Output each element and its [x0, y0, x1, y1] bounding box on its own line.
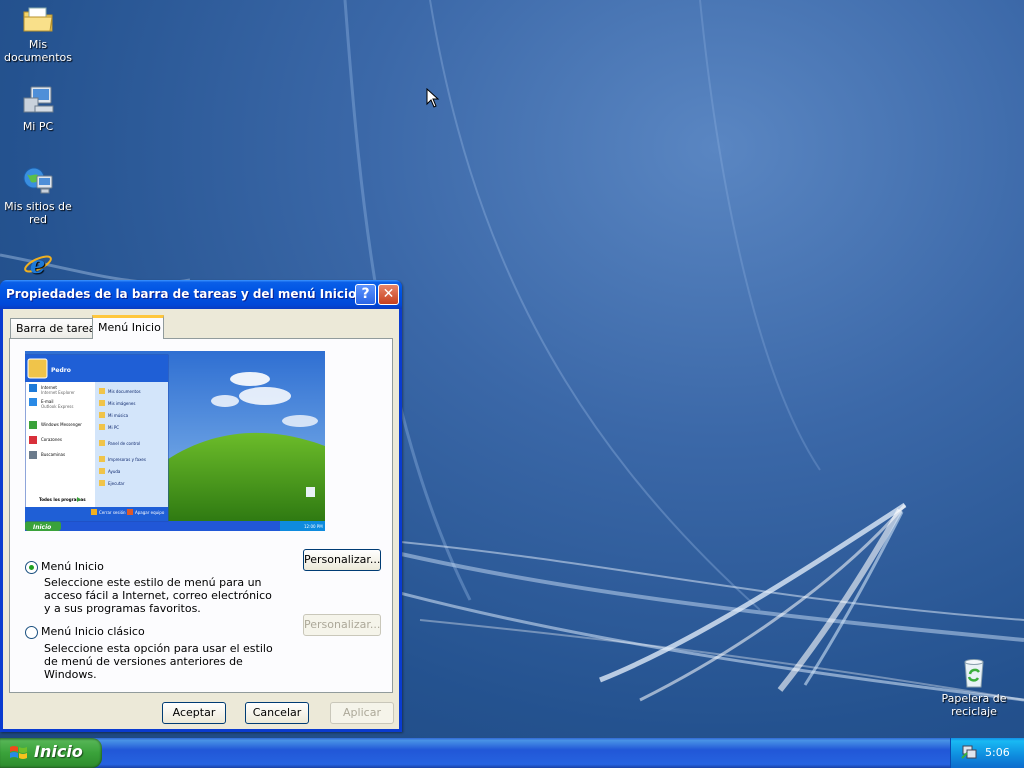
preview-right-icon — [99, 424, 105, 430]
my-network-label: Mis sitios de red — [4, 200, 72, 226]
customize-start-menu-button[interactable]: Personalizar... — [303, 549, 381, 571]
customize-classic-menu-label: Personalizar... — [304, 618, 381, 631]
classic-start-menu-option-label[interactable]: Menú Inicio clásico — [41, 625, 145, 638]
preview-clock: 12:00 PM — [304, 524, 323, 529]
computer-icon — [23, 86, 54, 113]
close-icon: ✕ — [382, 286, 395, 302]
dialog-client-area: Barra de tareas Menú Inicio Inicio Pedro… — [3, 309, 399, 729]
tab-start-menu-label: Menú Inicio — [98, 321, 161, 334]
tab-taskbar[interactable]: Barra de tareas — [10, 318, 101, 338]
preview-left-icon — [29, 384, 37, 392]
mouse-cursor-icon — [426, 88, 440, 108]
system-tray: 5:06 — [950, 738, 1024, 768]
my-computer-icon[interactable]: Mi PC — [0, 84, 76, 133]
preview-user-name: Pedro — [51, 367, 71, 374]
ok-button-label: Aceptar — [172, 706, 216, 719]
close-button[interactable]: ✕ — [378, 284, 399, 305]
preview-right-item: Panel de control — [108, 441, 140, 446]
taskbar: Inicio 5:06 — [0, 738, 1024, 768]
ie-logo-icon: e — [24, 250, 52, 279]
windows-flag-icon — [10, 746, 27, 759]
help-icon: ? — [361, 286, 370, 302]
taskbar-properties-dialog: Propiedades de la barra de tareas y del … — [0, 280, 402, 732]
internet-explorer-icon[interactable]: e — [0, 246, 76, 282]
preview-left-item: Internet Explorer — [41, 390, 75, 395]
classic-start-menu-description: Seleccione esta opción para usar el esti… — [44, 642, 273, 681]
preview-left-icon — [29, 451, 37, 459]
help-button[interactable]: ? — [355, 284, 376, 305]
preview-right-icon — [99, 400, 105, 406]
preview-right-icon — [99, 440, 105, 446]
taskbar-clock[interactable]: 5:06 — [985, 746, 1010, 759]
tab-panel: Inicio Pedro Internet Internet Explorer E-… — [9, 338, 393, 693]
recycle-bin-icon[interactable]: Papelera de reciclaje — [936, 656, 1012, 718]
preview-left-item: Corazones — [41, 437, 62, 442]
preview-logoff-label: Cerrar sesión — [99, 510, 126, 515]
my-computer-label: Mi PC — [22, 120, 54, 133]
recycle-bin-icon — [964, 659, 984, 688]
customize-start-menu-label: Personalizar... — [304, 553, 381, 566]
start-menu-preview: Inicio Pedro Internet Internet Explorer E-… — [25, 351, 325, 531]
start-button-label: Inicio — [34, 742, 83, 761]
recycle-bin-label: Papelera de reciclaje — [941, 692, 1007, 718]
preview-right-item: Mis imágenes — [108, 401, 135, 406]
preview-right-item: Mi música — [108, 413, 129, 418]
cancel-button[interactable]: Cancelar — [245, 702, 309, 724]
preview-right-icon — [99, 388, 105, 394]
tab-taskbar-label: Barra de tareas — [16, 322, 102, 335]
preview-right-icon — [99, 456, 105, 462]
preview-right-item: Ejecutar — [108, 481, 125, 486]
start-menu-option-label[interactable]: Menú Inicio — [41, 560, 104, 573]
preview-left-icon — [29, 436, 37, 444]
apply-button[interactable]: Aplicar — [330, 702, 394, 724]
apply-button-label: Aplicar — [343, 706, 381, 719]
my-network-icon[interactable]: Mis sitios de red — [0, 164, 76, 226]
preview-right-icon — [99, 480, 105, 486]
radio-classic-start-menu[interactable] — [25, 626, 38, 639]
dialog-title: Propiedades de la barra de tareas y del … — [6, 287, 357, 301]
start-button[interactable]: Inicio — [0, 738, 102, 768]
preview-right-item: Mi PC — [108, 425, 119, 430]
radio-start-menu[interactable] — [25, 561, 38, 574]
preview-left-icon — [29, 421, 37, 429]
network-tray-icon[interactable] — [961, 744, 977, 760]
preview-left-item: Windows Messenger — [41, 422, 82, 427]
preview-right-item: Mis documentos — [108, 389, 141, 394]
dialog-titlebar[interactable]: Propiedades de la barra de tareas y del … — [0, 280, 402, 309]
cancel-button-label: Cancelar — [252, 706, 302, 719]
preview-shutdown-label: Apagar equipo — [135, 510, 165, 515]
preview-right-icon — [99, 468, 105, 474]
preview-left-item: Outlook Express — [41, 404, 73, 409]
preview-right-item: Ayuda — [108, 469, 121, 474]
desktop: Mis documentos Mi PC Mis sitios de red e — [0, 0, 1024, 738]
radio-selected-dot — [29, 565, 34, 570]
preview-start-label: Inicio — [33, 524, 51, 531]
preview-left-item: Buscaminas — [41, 452, 65, 457]
network-globe-icon — [23, 167, 53, 194]
preview-left-icon — [29, 398, 37, 406]
my-documents-label: Mis documentos — [4, 38, 72, 64]
tab-start-menu[interactable]: Menú Inicio — [92, 315, 164, 339]
my-documents-icon[interactable]: Mis documentos — [0, 2, 76, 64]
customize-classic-menu-button[interactable]: Personalizar... — [303, 614, 381, 636]
preview-right-icon — [99, 412, 105, 418]
start-menu-description: Seleccione este estilo de menú para un a… — [44, 576, 272, 615]
ok-button[interactable]: Aceptar — [162, 702, 226, 724]
preview-image: Inicio Pedro InternetInternet ExplorerE-… — [25, 351, 325, 531]
svg-text:e: e — [30, 250, 45, 279]
folder-icon — [23, 7, 53, 32]
preview-right-item: Impresoras y faxes — [108, 457, 146, 462]
